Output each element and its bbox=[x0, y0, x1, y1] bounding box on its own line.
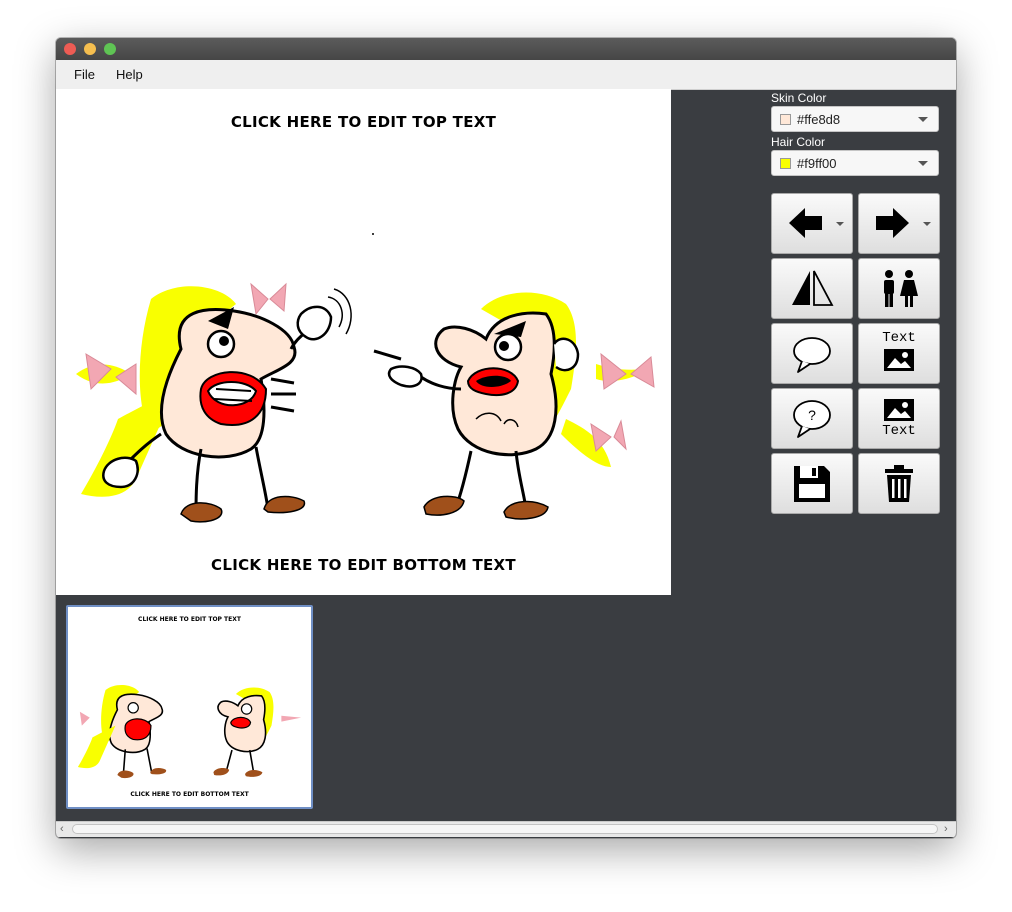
scroll-right-icon[interactable]: › bbox=[944, 822, 948, 837]
app-window: File Help CLICK HERE TO EDIT TOP TEXT CL… bbox=[56, 38, 956, 838]
hair-color-picker[interactable]: #f9ff00 bbox=[771, 150, 939, 176]
chevron-down-icon bbox=[923, 222, 931, 226]
thumbnail-illustration bbox=[77, 684, 302, 779]
speech-bubble-icon bbox=[793, 337, 831, 373]
scrollbar-thumb[interactable] bbox=[72, 824, 938, 834]
horizontal-scrollbar[interactable]: ‹ › bbox=[56, 821, 956, 837]
skin-color-value: #ffe8d8 bbox=[797, 112, 841, 127]
flip-character-button[interactable] bbox=[771, 258, 853, 319]
meme-thumbnail[interactable]: CLICK HERE TO EDIT TOP TEXT CLICK HERE T… bbox=[66, 605, 313, 809]
skin-color-picker[interactable]: #ffe8d8 bbox=[771, 106, 939, 132]
couple-icon bbox=[884, 270, 918, 307]
zoom-window-button[interactable] bbox=[104, 43, 116, 55]
title-bar bbox=[56, 38, 956, 60]
image-icon bbox=[884, 399, 914, 421]
hair-color-swatch bbox=[780, 158, 791, 169]
hair-color-value: #f9ff00 bbox=[797, 156, 837, 171]
chevron-down-icon bbox=[918, 117, 928, 122]
add-text-bottom-label: Text bbox=[882, 423, 916, 439]
mirror-icon bbox=[792, 270, 834, 306]
next-character-button[interactable] bbox=[858, 193, 940, 254]
previous-character-button[interactable] bbox=[771, 193, 853, 254]
svg-text:?: ? bbox=[808, 407, 816, 423]
menu-bar: File Help bbox=[56, 60, 956, 90]
save-button[interactable] bbox=[771, 453, 853, 514]
left-character bbox=[76, 282, 352, 523]
menu-help[interactable]: Help bbox=[116, 67, 143, 82]
image-icon bbox=[884, 349, 914, 371]
trash-icon bbox=[885, 465, 913, 502]
speck bbox=[372, 233, 374, 235]
skin-color-swatch bbox=[780, 114, 791, 125]
add-character-button[interactable] bbox=[858, 258, 940, 319]
save-icon bbox=[794, 466, 830, 502]
add-text-above-image-button[interactable]: Text bbox=[858, 323, 940, 384]
close-window-button[interactable] bbox=[64, 43, 76, 55]
delete-button[interactable] bbox=[858, 453, 940, 514]
add-text-below-image-button[interactable]: Text bbox=[858, 388, 940, 449]
menu-file[interactable]: File bbox=[74, 67, 95, 82]
scroll-left-icon[interactable]: ‹ bbox=[60, 822, 64, 837]
chevron-down-icon bbox=[836, 222, 844, 226]
add-thought-bubble-button[interactable]: ? bbox=[771, 388, 853, 449]
minimize-window-button[interactable] bbox=[84, 43, 96, 55]
question-bubble-icon: ? bbox=[793, 400, 831, 438]
chevron-down-icon bbox=[918, 161, 928, 166]
meme-canvas[interactable]: CLICK HERE TO EDIT TOP TEXT CLICK HERE T… bbox=[56, 89, 671, 595]
hair-color-label: Hair Color bbox=[771, 135, 826, 149]
bottom-text[interactable]: CLICK HERE TO EDIT BOTTOM TEXT bbox=[56, 556, 671, 574]
skin-color-label: Skin Color bbox=[771, 91, 827, 105]
thumbnail-bottom-text: CLICK HERE TO EDIT BOTTOM TEXT bbox=[130, 791, 249, 798]
add-speech-bubble-button[interactable] bbox=[771, 323, 853, 384]
comic-characters-illustration bbox=[76, 233, 655, 523]
right-character bbox=[373, 292, 655, 520]
